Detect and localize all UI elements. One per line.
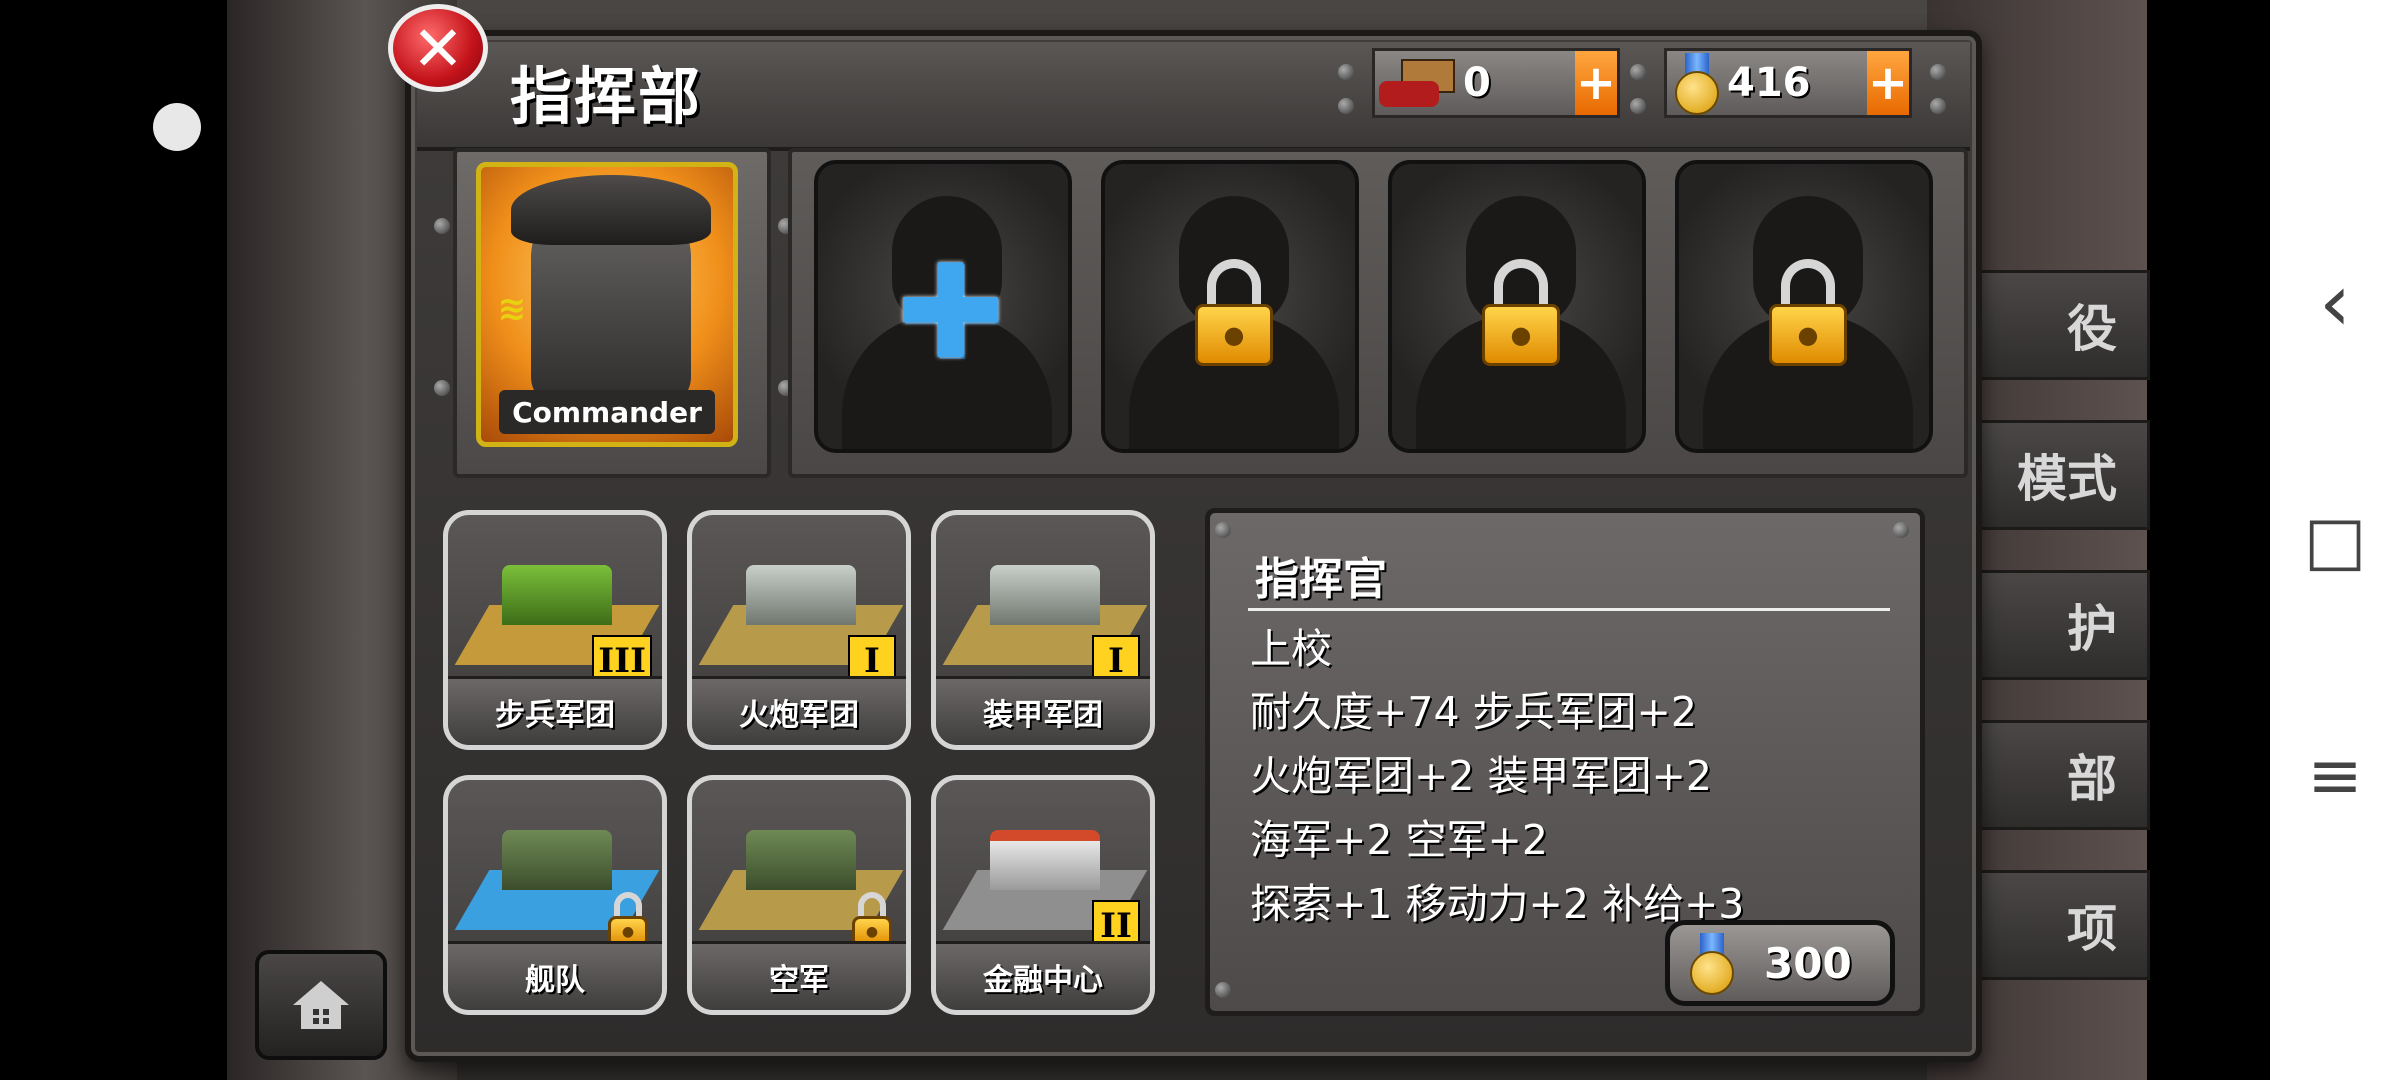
supply-counter: 0 + bbox=[1372, 48, 1620, 118]
lock-icon: ● bbox=[1195, 259, 1273, 369]
lock-icon: ● bbox=[1769, 259, 1847, 369]
side-menu-item-3[interactable]: 护 bbox=[1960, 570, 2150, 680]
rivet-icon bbox=[1215, 982, 1231, 998]
building-air-force[interactable]: ● 空军 bbox=[687, 775, 911, 1015]
officer-slot-locked[interactable]: ● bbox=[1388, 160, 1646, 453]
upgrade-cost-button[interactable]: 300 bbox=[1665, 920, 1895, 1006]
menu-icon: ≡ bbox=[2307, 736, 2363, 814]
side-menu-item-1[interactable]: 役 bbox=[1960, 270, 2150, 380]
building-label: 装甲军团 bbox=[936, 676, 1150, 745]
officer-slot-locked[interactable]: ● bbox=[1675, 160, 1933, 453]
officer-slot-locked[interactable]: ● bbox=[1101, 160, 1359, 453]
info-line-stats: 火炮军团+2 装甲军团+2 bbox=[1250, 752, 1712, 800]
nav-back-button[interactable]: ‹ bbox=[2270, 256, 2400, 349]
side-menu-label: 役 bbox=[2067, 300, 2117, 358]
building-label: 金融中心 bbox=[936, 941, 1150, 1010]
lock-icon: ● bbox=[608, 892, 648, 948]
add-supply-button[interactable]: + bbox=[1575, 51, 1617, 115]
building-label: 空军 bbox=[692, 941, 906, 1010]
building-infantry-corps[interactable]: III 步兵军团 bbox=[443, 510, 667, 750]
add-medals-button[interactable]: + bbox=[1867, 51, 1909, 115]
medal-icon bbox=[1675, 53, 1719, 115]
rivet-icon bbox=[1630, 64, 1646, 80]
rivet-icon bbox=[434, 380, 450, 396]
home-square-icon: □ bbox=[2303, 501, 2367, 579]
medal-value: 416 bbox=[1727, 60, 1811, 106]
supply-value: 0 bbox=[1463, 60, 1491, 106]
building-artillery-corps[interactable]: I 火炮军团 bbox=[687, 510, 911, 750]
medal-counter: 416 + bbox=[1664, 48, 1912, 118]
plus-icon: ✚ bbox=[896, 236, 1005, 388]
building-financial-center[interactable]: II 金融中心 bbox=[931, 775, 1155, 1015]
building-label: 步兵军团 bbox=[448, 676, 662, 745]
side-menu-item-5[interactable]: 项 bbox=[1960, 870, 2150, 980]
page-title: 指挥部 bbox=[510, 60, 703, 133]
side-menu-item-2[interactable]: 模式 bbox=[1960, 420, 2150, 530]
info-line-stats: 海军+2 空军+2 bbox=[1250, 816, 1548, 864]
officer-slot-add[interactable]: ✚ bbox=[814, 160, 1072, 453]
info-line-rank: 上校 bbox=[1250, 625, 1332, 673]
building-fleet[interactable]: ● 舰队 bbox=[443, 775, 667, 1015]
back-icon: ‹ bbox=[2319, 255, 2351, 349]
info-line-stats: 耐久度+74 步兵军团+2 bbox=[1250, 688, 1697, 736]
rivet-icon bbox=[1930, 98, 1946, 114]
close-button[interactable]: ✕ bbox=[388, 4, 488, 92]
building-label: 舰队 bbox=[448, 941, 662, 1010]
building-label: 火炮军团 bbox=[692, 676, 906, 745]
side-menu-item-4[interactable]: 部 bbox=[1960, 720, 2150, 830]
rivet-icon bbox=[1338, 64, 1354, 80]
system-nav-bar: ‹ □ ≡ bbox=[2270, 0, 2400, 1080]
rivet-icon bbox=[1893, 522, 1909, 538]
rivet-icon bbox=[434, 218, 450, 234]
commander-label: Commander bbox=[499, 390, 715, 434]
rank-chevron-icon: ≋ bbox=[497, 289, 527, 329]
lock-icon: ● bbox=[852, 892, 892, 948]
commander-cap bbox=[511, 175, 711, 245]
floating-dot-indicator[interactable] bbox=[153, 103, 201, 151]
cost-value: 300 bbox=[1764, 938, 1852, 988]
rivet-icon bbox=[1930, 64, 1946, 80]
close-icon: ✕ bbox=[412, 11, 464, 85]
nav-home-button[interactable]: □ bbox=[2270, 500, 2400, 580]
rivet-icon bbox=[1215, 522, 1231, 538]
supply-truck-icon bbox=[1375, 55, 1455, 111]
nav-recents-button[interactable]: ≡ bbox=[2270, 735, 2400, 815]
side-menu-label: 模式 bbox=[2017, 450, 2117, 508]
side-menu-label: 护 bbox=[2067, 600, 2117, 658]
side-menu-label: 项 bbox=[2067, 900, 2117, 958]
info-line-stats: 探索+1 移动力+2 补给+3 bbox=[1250, 880, 1745, 928]
rivet-icon bbox=[1338, 98, 1354, 114]
medal-icon bbox=[1690, 933, 1734, 995]
home-icon bbox=[293, 981, 349, 1029]
home-button[interactable] bbox=[255, 950, 387, 1060]
info-title: 指挥官 bbox=[1255, 554, 1387, 605]
side-menu-label: 部 bbox=[2067, 750, 2117, 808]
building-armor-corps[interactable]: I 装甲军团 bbox=[931, 510, 1155, 750]
lock-icon: ● bbox=[1482, 259, 1560, 369]
info-divider bbox=[1248, 608, 1890, 611]
rivet-icon bbox=[1630, 98, 1646, 114]
commander-card[interactable]: ≋ Commander bbox=[476, 162, 738, 447]
